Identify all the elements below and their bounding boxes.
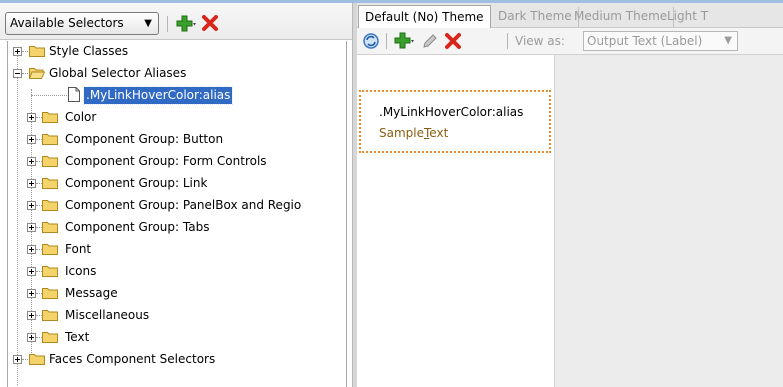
view-as-select[interactable]: Output Text (Label) ▼ xyxy=(583,31,738,51)
tree-item-component-group-link[interactable]: Component Group: Link xyxy=(8,173,346,195)
tree-item-label: Component Group: Button xyxy=(65,132,224,146)
tree-item-label: Font xyxy=(65,242,92,256)
tree-item-icons[interactable]: Icons xyxy=(8,261,346,283)
tree-item-component-group-form-controls[interactable]: Component Group: Form Controls xyxy=(8,151,346,173)
expand-icon[interactable] xyxy=(27,113,36,122)
tree-item-label: Message xyxy=(65,286,118,300)
folder-icon xyxy=(29,46,45,57)
view-as-label: View as: xyxy=(515,34,565,48)
tree-item-component-group-button[interactable]: Component Group: Button xyxy=(8,129,346,151)
collapse-icon[interactable] xyxy=(13,69,22,78)
chevron-down-icon: ▼ xyxy=(144,18,152,29)
edit-pencil-icon[interactable] xyxy=(421,32,439,53)
refresh-icon[interactable] xyxy=(362,32,380,53)
folder-icon xyxy=(29,354,45,365)
theme-preview-pane: Default (No) Theme Dark Theme Medium The… xyxy=(357,3,783,387)
add-icon[interactable] xyxy=(394,32,416,53)
tree-item-font[interactable]: Font xyxy=(8,239,346,261)
folder-icon xyxy=(42,266,58,277)
tree-item-miscellaneous[interactable]: Miscellaneous xyxy=(8,305,346,327)
add-icon[interactable] xyxy=(176,15,198,36)
tree-item-label: Faces Component Selectors xyxy=(49,352,216,366)
view-as-value: Output Text (Label) xyxy=(587,34,703,48)
document-icon xyxy=(68,87,80,102)
selector-tree: Style Classes Global Selector Aliases .M… xyxy=(7,41,347,387)
tree-item-component-group-panelbox[interactable]: Component Group: PanelBox and Regio xyxy=(8,195,346,217)
expand-icon[interactable] xyxy=(27,289,36,298)
tree-item-component-group-tabs[interactable]: Component Group: Tabs xyxy=(8,217,346,239)
tree-item-label: Component Group: Form Controls xyxy=(65,154,267,168)
expand-icon[interactable] xyxy=(27,179,36,188)
preview-toolbar: View as: Output Text (Label) ▼ xyxy=(357,28,783,55)
expand-icon[interactable] xyxy=(27,135,36,144)
tree-item-label: Color xyxy=(65,110,97,124)
preview-canvas: .MyLinkHoverColor:alias SampleText xyxy=(357,55,555,387)
tree-item-label: Icons xyxy=(65,264,97,278)
tree-item-global-selector-aliases[interactable]: Global Selector Aliases xyxy=(8,63,346,85)
tab-medium-theme[interactable]: Medium Theme xyxy=(568,7,675,27)
folder-icon xyxy=(42,134,58,145)
toolbar-separator xyxy=(386,33,387,49)
expand-icon[interactable] xyxy=(13,355,22,364)
preview-selector-name: .MyLinkHoverColor:alias xyxy=(379,105,524,119)
tree-item-label: Component Group: Link xyxy=(65,176,208,190)
tree-item-faces-component-selectors[interactable]: Faces Component Selectors xyxy=(8,349,346,371)
folder-icon xyxy=(42,112,58,123)
tab-dark-theme[interactable]: Dark Theme xyxy=(492,7,579,27)
folder-icon xyxy=(42,156,58,167)
toolbar-separator xyxy=(507,33,508,49)
available-selectors-label: Available Selectors xyxy=(10,16,124,30)
expand-icon[interactable] xyxy=(27,223,36,232)
toolbar-separator xyxy=(167,16,168,32)
delete-icon[interactable] xyxy=(444,32,462,53)
expand-icon[interactable] xyxy=(27,267,36,276)
tab-light-theme[interactable]: Light T xyxy=(661,7,714,27)
tree-item-message[interactable]: Message xyxy=(8,283,346,305)
tree-item-label: Text xyxy=(65,330,90,344)
tree-item-color[interactable]: Color xyxy=(8,107,346,129)
expand-icon[interactable] xyxy=(27,245,36,254)
expand-icon[interactable] xyxy=(27,157,36,166)
open-folder-icon xyxy=(29,68,45,79)
folder-icon xyxy=(42,222,58,233)
tree-item-label: Component Group: Tabs xyxy=(65,220,210,234)
selector-tree-pane: Available Selectors ▼ Style Classes Glob… xyxy=(0,3,352,387)
folder-icon xyxy=(42,332,58,343)
theme-tabs: Default (No) Theme Dark Theme Medium The… xyxy=(357,3,783,28)
expand-icon[interactable] xyxy=(27,201,36,210)
expand-icon[interactable] xyxy=(13,47,22,56)
delete-icon[interactable] xyxy=(201,14,219,35)
expand-icon[interactable] xyxy=(27,333,36,342)
tree-item-mylinkhovercolor-alias[interactable]: .MyLinkHoverColor:alias xyxy=(8,85,346,107)
folder-icon xyxy=(42,310,58,321)
expand-icon[interactable] xyxy=(27,311,36,320)
available-selectors-dropdown[interactable]: Available Selectors ▼ xyxy=(5,12,159,35)
tree-item-label: Global Selector Aliases xyxy=(49,66,187,80)
tree-item-label: .MyLinkHoverColor:alias xyxy=(82,86,234,105)
tab-default-no-theme[interactable]: Default (No) Theme xyxy=(358,5,491,28)
folder-icon xyxy=(42,288,58,299)
tree-item-label: Miscellaneous xyxy=(65,308,150,322)
folder-icon xyxy=(42,178,58,189)
left-toolbar: Available Selectors ▼ xyxy=(0,3,352,40)
folder-icon xyxy=(42,200,58,211)
tree-item-style-classes[interactable]: Style Classes xyxy=(8,41,346,63)
folder-icon xyxy=(42,244,58,255)
sample-text-link[interactable]: SampleText xyxy=(379,126,448,140)
preview-component-box[interactable]: .MyLinkHoverColor:alias SampleText xyxy=(359,90,551,153)
tree-item-label: Component Group: PanelBox and Regio xyxy=(65,198,302,212)
tree-item-text[interactable]: Text xyxy=(8,327,346,349)
tree-item-label: Style Classes xyxy=(49,44,129,58)
chevron-down-icon: ▼ xyxy=(724,35,732,46)
